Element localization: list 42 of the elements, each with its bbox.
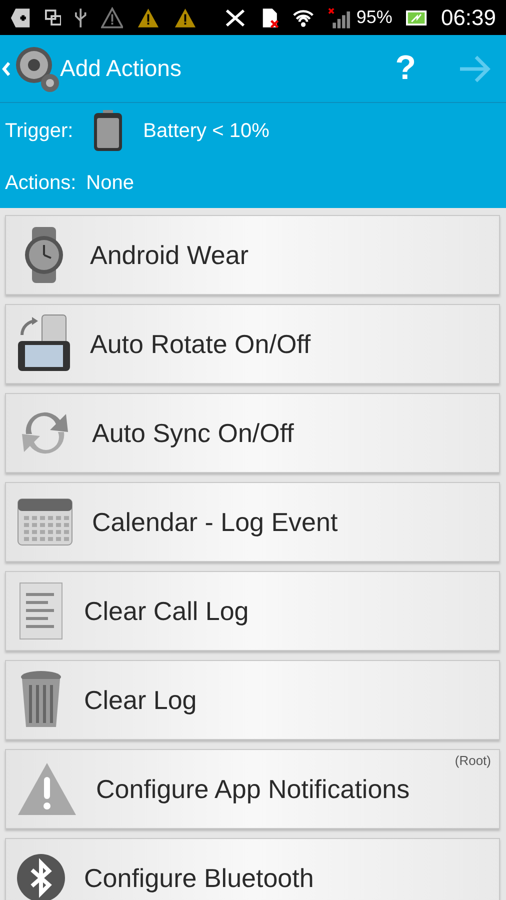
add-icon [10,6,31,28]
back-button[interactable] [0,44,60,92]
calendar-icon [16,497,74,547]
action-item[interactable]: Configure Bluetooth [5,838,500,900]
action-item[interactable]: Auto Rotate On/Off [5,304,500,384]
sim-card-icon [260,6,280,28]
actions-label: Actions: [5,172,76,195]
windows-icon [44,8,62,26]
battery-icon [93,110,124,152]
usb-icon [75,6,87,28]
bluetooth-icon [16,853,66,900]
arrow-right-icon [458,54,492,82]
action-label: Calendar - Log Event [92,506,338,538]
action-label: Clear Call Log [84,596,249,626]
action-item[interactable]: Clear Call Log [5,571,500,651]
action-label: Configure Bluetooth [84,862,314,894]
action-item[interactable]: Android Wear [5,215,500,295]
action-item[interactable]: Configure App Notifications (Root) [5,749,500,829]
root-tag: (Root) [454,753,491,768]
warning-icon [16,761,78,817]
clock: 06:39 [440,4,496,30]
trigger-label: Trigger: [5,120,74,142]
action-item[interactable]: Auto Sync On/Off [5,393,500,473]
warning-icon [100,6,124,28]
wifi-icon [293,8,314,28]
action-label: Auto Sync On/Off [92,418,294,448]
warning-icon [137,6,160,28]
battery-charging-icon [406,10,427,26]
back-icon [2,60,10,76]
action-item[interactable]: Calendar - Log Event [5,482,500,562]
action-label: Clear Log [84,684,197,716]
gears-icon [14,44,60,92]
battery-percent: 95% [356,7,392,28]
screen-title: Add Actions [60,55,182,82]
trigger-value: Battery < 10% [143,120,270,142]
action-label: Configure App Notifications [96,774,410,804]
action-item[interactable]: Clear Log [5,660,500,740]
warning-icon [174,6,196,28]
action-label: Auto Rotate On/Off [90,328,311,360]
action-label: Android Wear [90,240,248,270]
cell-signal-icon [328,6,350,28]
actions-value: None [86,172,134,195]
